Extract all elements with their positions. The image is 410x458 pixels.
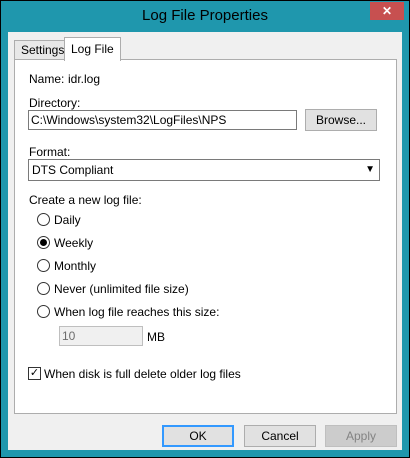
delete-older-label[interactable]: When disk is full delete older log files — [44, 367, 241, 381]
radio-weekly-label[interactable]: Weekly — [54, 236, 93, 250]
radio-selected-dot — [40, 239, 47, 246]
directory-label: Directory: — [29, 96, 81, 110]
tab-log-file[interactable]: Log File — [64, 37, 121, 61]
new-log-label: Create a new log file: — [29, 193, 142, 207]
check-icon: ✓ — [29, 367, 40, 379]
close-button[interactable]: ✕ — [370, 2, 404, 20]
chevron-down-icon: ▼ — [365, 164, 375, 175]
radio-monthly-label[interactable]: Monthly — [54, 259, 96, 273]
tab-settings[interactable]: Settings — [14, 40, 72, 60]
format-label: Format: — [29, 145, 71, 159]
radio-daily-label[interactable]: Daily — [54, 213, 81, 227]
radio-size-limit-label[interactable]: When log file reaches this size: — [54, 305, 219, 319]
format-select[interactable]: DTS Compliant ▼ — [28, 159, 380, 181]
ok-button[interactable]: OK — [162, 425, 234, 447]
name-label: Name: — [29, 72, 65, 86]
format-selected-value: DTS Compliant — [32, 163, 114, 177]
name-value: idr.log — [68, 72, 101, 86]
dialog-client-area: Settings Log File Name: idr.log Director… — [8, 32, 402, 450]
directory-input[interactable]: C:\Windows\system32\LogFiles\NPS — [28, 110, 297, 130]
window-title: Log File Properties — [142, 7, 268, 24]
browse-button[interactable]: Browse... — [305, 109, 377, 131]
cancel-button[interactable]: Cancel — [244, 425, 316, 447]
log-file-panel: Name: idr.log Directory: C:\Windows\syst… — [14, 59, 397, 414]
radio-monthly[interactable] — [37, 259, 50, 272]
title-bar[interactable]: Log File Properties ✕ — [1, 1, 409, 31]
delete-older-checkbox[interactable]: ✓ — [28, 367, 41, 380]
radio-daily[interactable] — [37, 213, 50, 226]
dialog-window: Log File Properties ✕ Settings Log File … — [0, 0, 410, 458]
close-icon: ✕ — [381, 4, 393, 18]
size-unit-label: MB — [147, 330, 165, 344]
radio-weekly[interactable] — [37, 236, 50, 249]
size-limit-input[interactable]: 10 — [59, 326, 143, 346]
radio-never-label[interactable]: Never (unlimited file size) — [54, 282, 189, 296]
radio-never[interactable] — [37, 282, 50, 295]
apply-button[interactable]: Apply — [325, 425, 397, 447]
radio-size-limit[interactable] — [37, 305, 50, 318]
